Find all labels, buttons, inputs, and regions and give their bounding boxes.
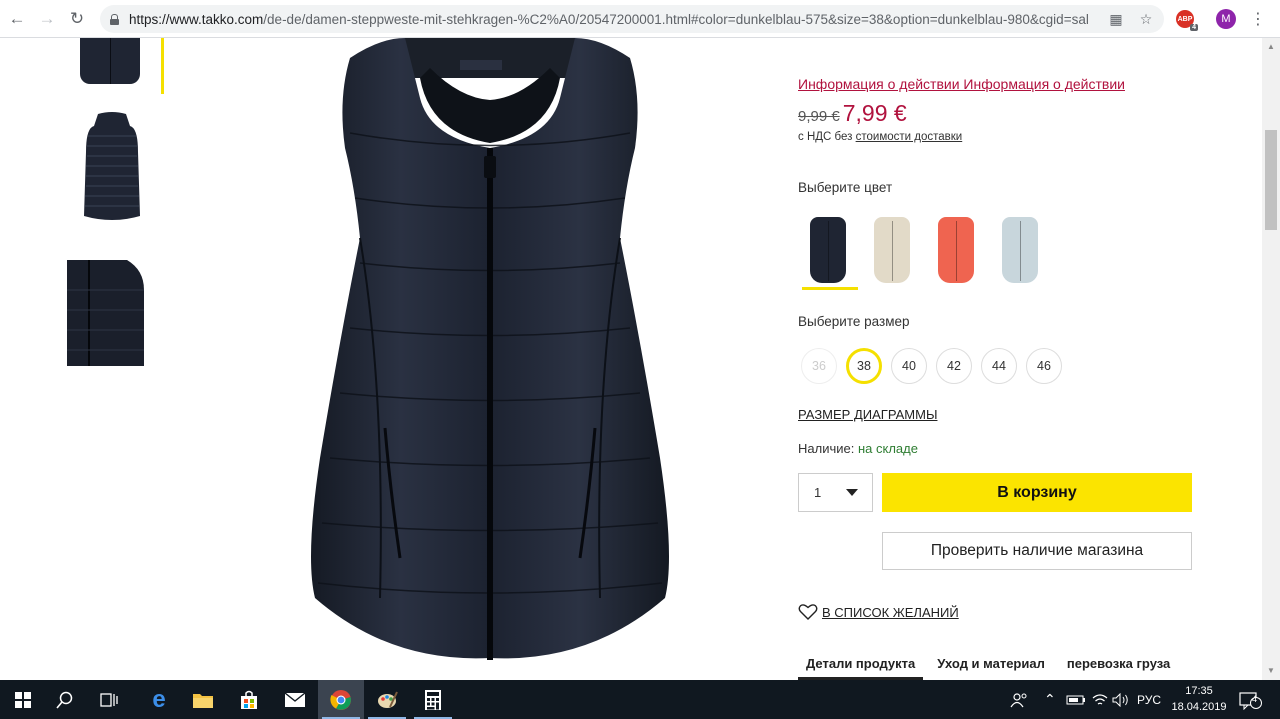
taskbar: e ⌃ РУС 17:35 18.04.2019 4 [0,680,1280,719]
size-option-40[interactable]: 40 [891,348,927,384]
color-swatch-beige[interactable] [864,210,920,290]
add-to-cart-button[interactable]: В корзину [882,473,1192,512]
language-indicator[interactable]: РУС [1137,680,1161,719]
thumbnail-front[interactable] [80,38,144,86]
address-bar[interactable]: https://www.takko.com/de-de/damen-steppw… [100,5,1164,33]
vat-note: с НДС без стоимости доставки [798,131,963,143]
size-option-46[interactable]: 46 [1026,348,1062,384]
page-scrollbar[interactable]: ▲ ▼ [1262,38,1280,680]
scroll-up-icon[interactable]: ▲ [1267,42,1275,51]
reload-icon[interactable]: ↻ [64,6,90,32]
browser-toolbar: ← → ↻ https://www.takko.com/de-de/damen-… [0,0,1280,38]
back-icon[interactable]: ← [4,6,30,32]
size-chart-link[interactable]: РАЗМЕР ДИАГРАММЫ [798,407,937,422]
task-view-icon[interactable] [86,680,132,719]
size-label: Выберите размер [798,314,910,329]
wishlist-link[interactable]: В СПИСОК ЖЕЛАНИЙ [798,603,959,621]
page-viewport: Информация о действии Информация о дейст… [0,38,1262,680]
calculator-icon[interactable] [410,680,456,719]
mail-icon[interactable] [272,680,318,719]
profile-avatar[interactable]: M [1216,9,1236,29]
scroll-down-icon[interactable]: ▼ [1267,666,1275,675]
heart-icon [798,604,818,620]
quantity-select[interactable]: 1 [798,473,873,512]
search-icon[interactable] [42,680,88,719]
promo-info-link[interactable]: Информация о действии Информация о дейст… [798,76,1125,92]
volume-icon[interactable] [1112,680,1130,719]
action-center-icon[interactable]: 4 [1238,680,1262,719]
tab-care-material[interactable]: Уход и материал [929,654,1053,680]
check-store-button[interactable]: Проверить наличие магазина [882,532,1192,570]
size-option-44[interactable]: 44 [981,348,1017,384]
wifi-icon[interactable] [1092,680,1108,719]
people-icon[interactable] [1010,680,1028,719]
product-tabs: Детали продукта Уход и материал перевозк… [798,654,1184,680]
url-text[interactable]: https://www.takko.com/de-de/damen-steppw… [129,12,1089,27]
paint-icon[interactable] [364,680,410,719]
size-option-42[interactable]: 42 [936,348,972,384]
battery-icon[interactable] [1066,680,1086,719]
notification-count: 4 [1252,694,1258,704]
thumbnail-back[interactable] [80,112,144,224]
price-row: 9,99 € 7,99 € [798,100,907,127]
size-option-38[interactable]: 38 [846,348,882,384]
translate-icon[interactable]: ▦ [1108,11,1124,27]
tab-product-details[interactable]: Детали продукта [798,654,924,680]
edge-icon[interactable]: e [136,680,182,719]
availability: Наличие: на складе [798,441,918,456]
color-swatch-coral[interactable] [928,210,984,290]
chrome-icon[interactable] [318,680,364,719]
product-main-image[interactable] [290,38,690,663]
file-explorer-icon[interactable] [180,680,226,719]
lock-icon [110,13,119,25]
windows-start-icon[interactable] [0,680,46,719]
shipping-cost-link[interactable]: стоимости доставки [856,131,963,143]
star-icon[interactable]: ☆ [1138,11,1154,27]
adblock-extension-icon[interactable]: ABP 4 [1176,10,1198,31]
color-label: Выберите цвет [798,180,893,195]
forward-icon[interactable]: → [34,6,60,32]
menu-icon[interactable]: ⋮ [1250,9,1266,29]
chevron-down-icon [846,489,858,496]
color-swatch-light-blue[interactable] [992,210,1048,290]
store-icon[interactable] [226,680,272,719]
availability-status: на складе [857,441,918,456]
size-option-36: 36 [801,348,837,384]
clock[interactable]: 17:35 18.04.2019 [1168,683,1230,715]
thumbnail-detail[interactable] [67,260,144,366]
scrollbar-thumb[interactable] [1265,130,1277,230]
thumbnail-active-indicator [161,38,164,94]
old-price: 9,99 € [798,108,840,125]
tab-shipping[interactable]: перевозка груза [1059,654,1178,680]
color-swatch-dunkelblau[interactable] [800,210,858,290]
chevron-up-icon[interactable]: ⌃ [1044,680,1056,719]
sale-price: 7,99 € [842,100,907,126]
